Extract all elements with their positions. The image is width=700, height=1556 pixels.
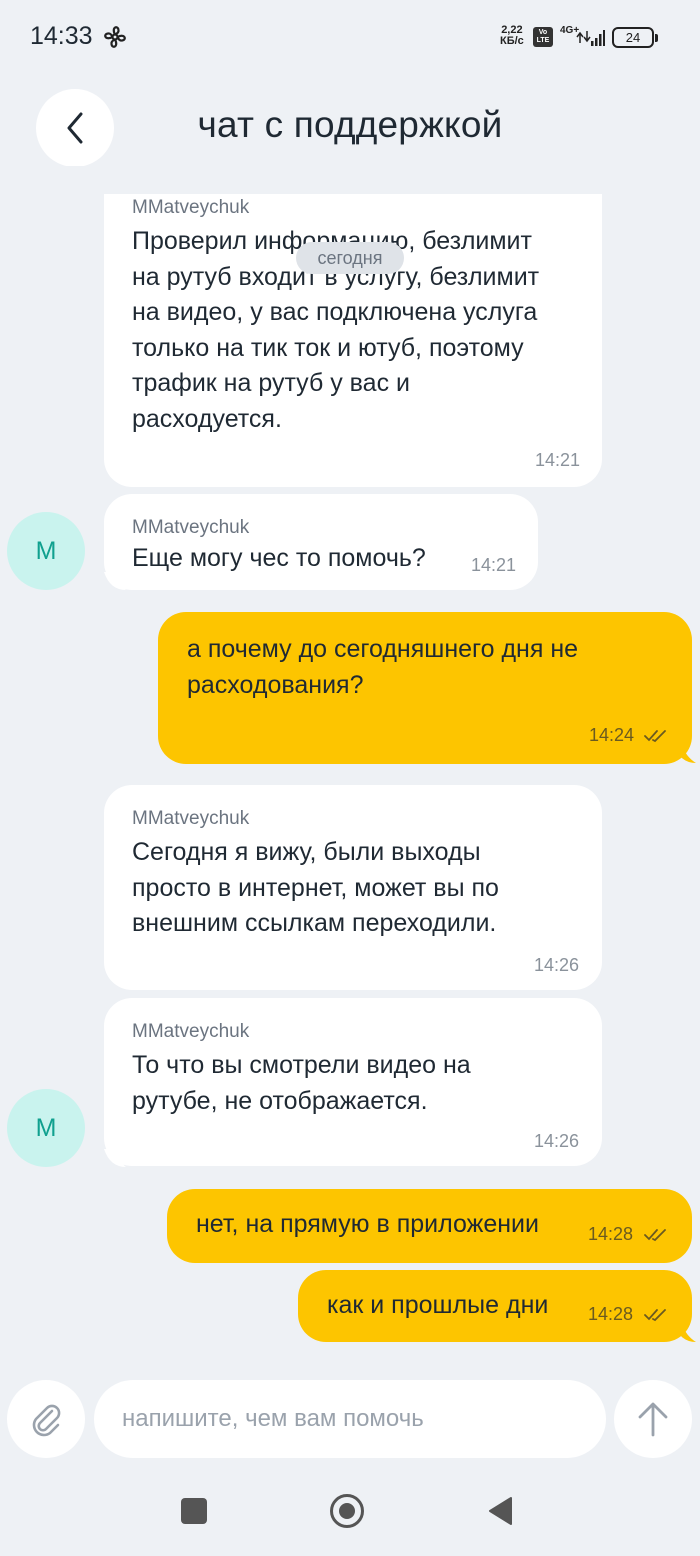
message-time: 14:24	[589, 725, 635, 745]
paperclip-icon	[32, 1404, 61, 1437]
message-bubble-incoming[interactable]: MMatveychuk То что вы смотрели видео на …	[104, 998, 602, 1166]
home-button[interactable]	[330, 1494, 364, 1528]
message-sender: MMatveychuk	[132, 808, 250, 829]
battery-indicator: 24	[612, 27, 658, 48]
message-text: как и прошлые дни	[327, 1291, 549, 1319]
message-time: 14:26	[534, 955, 580, 975]
message-text: нет, на прямую в приложении	[196, 1210, 539, 1238]
status-bar: 14:33 2,22 КБ/с Vo LTE 4G+ 24	[0, 0, 700, 76]
message-text: а почему до сегодняшнего дня не расходов…	[187, 635, 579, 699]
bubble-tail	[104, 1149, 126, 1167]
message-bubble-incoming[interactable]: MMatveychuk Сегодня я вижу, были выходы …	[104, 785, 602, 990]
avatar[interactable]: M	[7, 1089, 85, 1167]
message-time: 14:28	[588, 1304, 634, 1324]
message-text: Сегодня я вижу, были выходы просто в инт…	[132, 838, 499, 937]
read-checkmarks-icon	[644, 1229, 666, 1242]
message-text: Еще могу чес то помочь?	[132, 544, 426, 572]
arrow-up-icon	[638, 1402, 668, 1437]
volte-icon: Vo LTE	[533, 27, 553, 47]
fan-icon	[104, 26, 126, 48]
message-input[interactable]	[94, 1380, 606, 1458]
message-time: 14:21	[471, 555, 517, 575]
message-bubble-outgoing[interactable]: нет, на прямую в приложении 14:28	[167, 1189, 692, 1263]
status-time: 14:33	[30, 22, 93, 50]
network-speed: 2,22 КБ/с	[500, 25, 524, 47]
bubble-tail	[674, 745, 696, 763]
message-time: 14:21	[534, 450, 580, 470]
message-text: То что вы смотрели видео на рутубе, не о…	[132, 1051, 471, 1115]
bubble-tail	[104, 572, 126, 590]
message-bubble-incoming[interactable]: MMatveychuk Проверил информацию, безлими…	[104, 186, 602, 487]
message-sender: MMatveychuk	[132, 197, 250, 218]
network-speed-unit: КБ/с	[500, 35, 524, 47]
message-time: 14:28	[588, 1224, 634, 1244]
message-sender: MMatveychuk	[132, 1021, 250, 1042]
signal-icon	[576, 30, 605, 46]
message-sender: MMatveychuk	[132, 517, 250, 538]
message-bubble-outgoing[interactable]: а почему до сегодняшнего дня не расходов…	[158, 612, 692, 764]
read-checkmarks-icon	[644, 1309, 666, 1322]
page-title: чат с поддержкой	[197, 104, 503, 145]
send-button[interactable]	[614, 1380, 692, 1458]
bubble-tail	[674, 1324, 696, 1342]
message-time: 14:26	[534, 1131, 580, 1151]
recent-apps-button[interactable]	[181, 1498, 207, 1524]
read-checkmarks-icon	[644, 730, 666, 743]
date-separator: сегодня	[296, 242, 404, 274]
scroll-fade	[0, 166, 700, 194]
avatar[interactable]: M	[7, 512, 85, 590]
attach-button[interactable]	[7, 1380, 85, 1458]
message-bubble-incoming[interactable]: MMatveychuk Еще могу чес то помочь? 14:2…	[104, 494, 538, 590]
message-bubble-outgoing[interactable]: как и прошлые дни 14:28	[298, 1270, 692, 1342]
nav-back-button[interactable]	[487, 1496, 513, 1526]
